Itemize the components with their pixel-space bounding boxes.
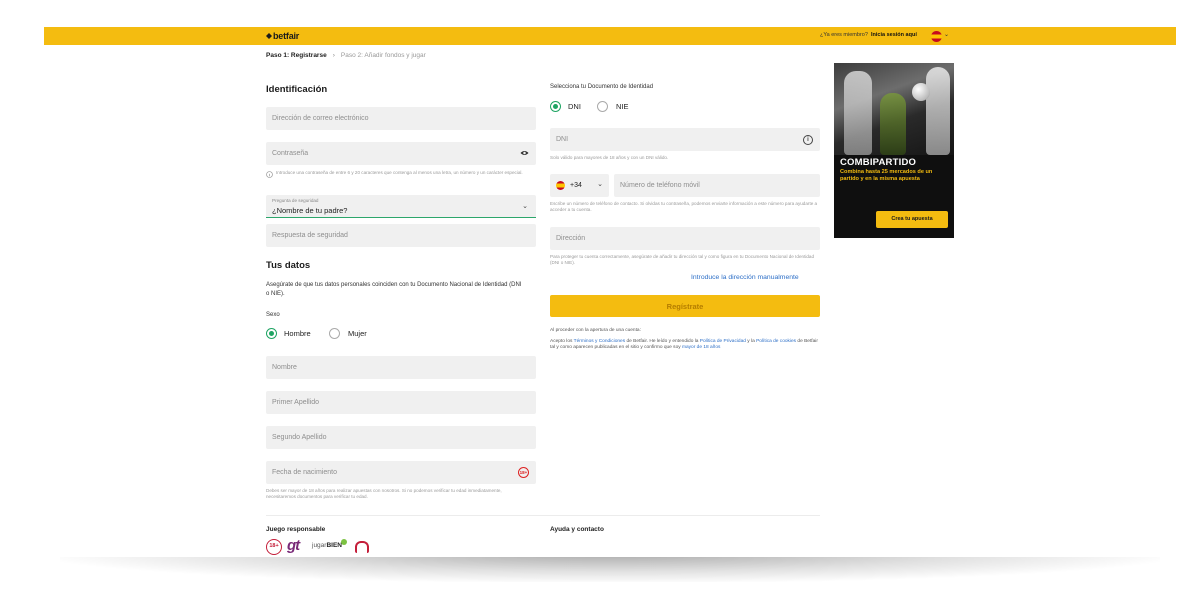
- fecha-nacimiento-field[interactable]: Fecha de nacimiento 18+: [266, 461, 536, 484]
- document-type-label: Selecciona tu Documento de Identidad: [550, 84, 654, 90]
- primer-apellido-field[interactable]: Primer Apellido: [266, 391, 536, 414]
- info-icon: [266, 171, 273, 178]
- password-help: Introduce una contraseña de entre 6 y 20…: [276, 170, 523, 175]
- chevron-down-icon: ⌄: [597, 181, 603, 188]
- info-icon[interactable]: i: [803, 135, 813, 145]
- manual-address-link[interactable]: Introduce la dirección manualmente: [691, 274, 799, 281]
- security-question-label: Pregunta de seguridad: [272, 198, 319, 203]
- address-field[interactable]: Dirección: [550, 227, 820, 250]
- fecha-help: Debes ser mayor de 18 años para realizar…: [266, 488, 502, 499]
- header-bar: betfair ¿Ya eres miembro? Inicia sesión …: [44, 27, 1176, 45]
- dni-placeholder: DNI: [556, 136, 569, 143]
- login-link[interactable]: Inicia sesión aquí: [871, 32, 917, 38]
- security-answer-field[interactable]: Respuesta de seguridad: [266, 224, 536, 247]
- radio-mujer-label: Mujer: [348, 329, 367, 338]
- nombre-field[interactable]: Nombre: [266, 356, 536, 379]
- radio-mujer[interactable]: [329, 328, 340, 339]
- age-18-icon: 18+: [518, 467, 529, 478]
- jugar-bien-text-bold: BIEN: [326, 542, 342, 549]
- regulator-logo-icon[interactable]: [355, 541, 369, 553]
- login-question: ¿Ya eres miembro?: [820, 32, 868, 38]
- radio-nie[interactable]: [597, 101, 608, 112]
- chevron-down-icon: ⌄: [522, 203, 528, 210]
- security-question-value: ¿Nombre de tu padre?: [272, 206, 348, 215]
- banner-subtitle: Combina hasta 25 mercados de un partido …: [840, 169, 933, 182]
- dni-field[interactable]: DNI i: [550, 128, 820, 151]
- betfair-diamond-icon: [266, 33, 272, 39]
- promo-banner[interactable]: COMBIPARTIDO Combina hasta 25 mercados d…: [834, 63, 954, 238]
- footer-help-title: Ayuda y contacto: [550, 526, 604, 533]
- jugar-bien-dot-icon: [341, 539, 347, 545]
- eye-icon[interactable]: [520, 150, 529, 156]
- chevron-right-icon: ›: [332, 52, 335, 59]
- address-help: Para proteger tu cuenta correctamente, a…: [550, 254, 815, 265]
- section-title-identificacion: Identificación: [266, 84, 328, 95]
- phone-prefix-select[interactable]: +34 ⌄: [550, 174, 609, 197]
- banner-cta-button[interactable]: Crea tu apuesta: [876, 211, 948, 228]
- legal-intro: Al proceder con la apertura de una cuent…: [550, 328, 641, 333]
- age-18-icon[interactable]: 18+: [266, 539, 282, 555]
- dni-help: Solo válido para mayores de 18 años y co…: [550, 155, 669, 160]
- radio-hombre[interactable]: [266, 328, 277, 339]
- select-underline: [266, 217, 536, 218]
- radio-dni[interactable]: [550, 101, 561, 112]
- step-current: Paso 1: Registrarse: [266, 52, 327, 59]
- spain-flag-icon: [556, 181, 565, 190]
- spain-flag-icon[interactable]: [931, 31, 942, 42]
- privacy-link[interactable]: Política de Privacidad: [700, 339, 746, 344]
- segundo-apellido-field[interactable]: Segundo Apellido: [266, 426, 536, 449]
- cookies-link[interactable]: Política de cookies: [756, 339, 796, 344]
- player-shape: [926, 67, 950, 155]
- radio-dni-label: DNI: [568, 102, 581, 111]
- legal-text-part: Acepto los: [550, 339, 574, 344]
- player-shape: [844, 71, 872, 155]
- banner-cta-label: Crea tu apuesta: [891, 216, 933, 222]
- legal-text: Acepto los Términos y Condiciones de Bet…: [550, 339, 822, 351]
- segundo-apellido-placeholder: Segundo Apellido: [272, 434, 327, 441]
- age-link[interactable]: mayor de 18 años: [682, 345, 720, 350]
- password-field[interactable]: Contraseña: [266, 142, 536, 165]
- legal-text-part: y la: [745, 339, 757, 344]
- chevron-down-icon[interactable]: ⌄: [944, 31, 949, 38]
- radio-nie-label: NIE: [616, 102, 629, 111]
- fecha-placeholder: Fecha de nacimiento: [272, 469, 337, 476]
- section-title-tus-datos: Tus datos: [266, 260, 311, 271]
- banner-title: COMBIPARTIDO: [840, 157, 917, 168]
- footer-responsible-title: Juego responsable: [266, 526, 326, 533]
- phone-placeholder: Número de teléfono móvil: [620, 182, 700, 189]
- email-placeholder: Dirección de correo electrónico: [272, 115, 369, 122]
- step-next: Paso 2: Añadir fondos y jugar: [340, 52, 426, 59]
- address-placeholder: Dirección: [556, 235, 586, 242]
- page-frame: betfair ¿Ya eres miembro? Inicia sesión …: [44, 27, 1176, 557]
- terms-link[interactable]: Términos y Condiciones: [574, 339, 625, 344]
- footer-divider: [266, 515, 820, 516]
- email-field[interactable]: Dirección de correo electrónico: [266, 107, 536, 130]
- phone-prefix-value: +34: [570, 182, 582, 189]
- nombre-placeholder: Nombre: [272, 364, 297, 371]
- register-button[interactable]: Regístrate: [550, 295, 820, 317]
- radio-hombre-label: Hombre: [284, 329, 311, 338]
- security-answer-placeholder: Respuesta de seguridad: [272, 232, 348, 239]
- security-question-select[interactable]: Pregunta de seguridad ¿Nombre de tu padr…: [266, 195, 536, 218]
- jugar-bien-logo[interactable]: jugarBIEN: [312, 542, 342, 549]
- tus-datos-intro: Asegúrate de que tus datos personales co…: [266, 282, 522, 297]
- jugar-bien-text: jugar: [312, 542, 327, 549]
- legal-text-part: de Betfair. He leído y entendido la: [625, 339, 700, 344]
- sexo-label: Sexo: [266, 312, 280, 318]
- phone-field[interactable]: Número de teléfono móvil: [614, 174, 820, 197]
- primer-apellido-placeholder: Primer Apellido: [272, 399, 320, 406]
- breadcrumb: Paso 1: Registrarse › Paso 2: Añadir fondo…: [266, 52, 426, 59]
- player-shape: [880, 93, 906, 155]
- password-placeholder: Contraseña: [272, 150, 309, 157]
- football-icon: [912, 83, 930, 101]
- register-button-label: Regístrate: [666, 302, 704, 311]
- phone-help: Escribe un número de teléfono de contact…: [550, 201, 818, 212]
- gamcare-logo[interactable]: gt: [287, 537, 300, 554]
- betfair-logo[interactable]: betfair: [266, 31, 299, 41]
- logo-text: betfair: [273, 31, 300, 41]
